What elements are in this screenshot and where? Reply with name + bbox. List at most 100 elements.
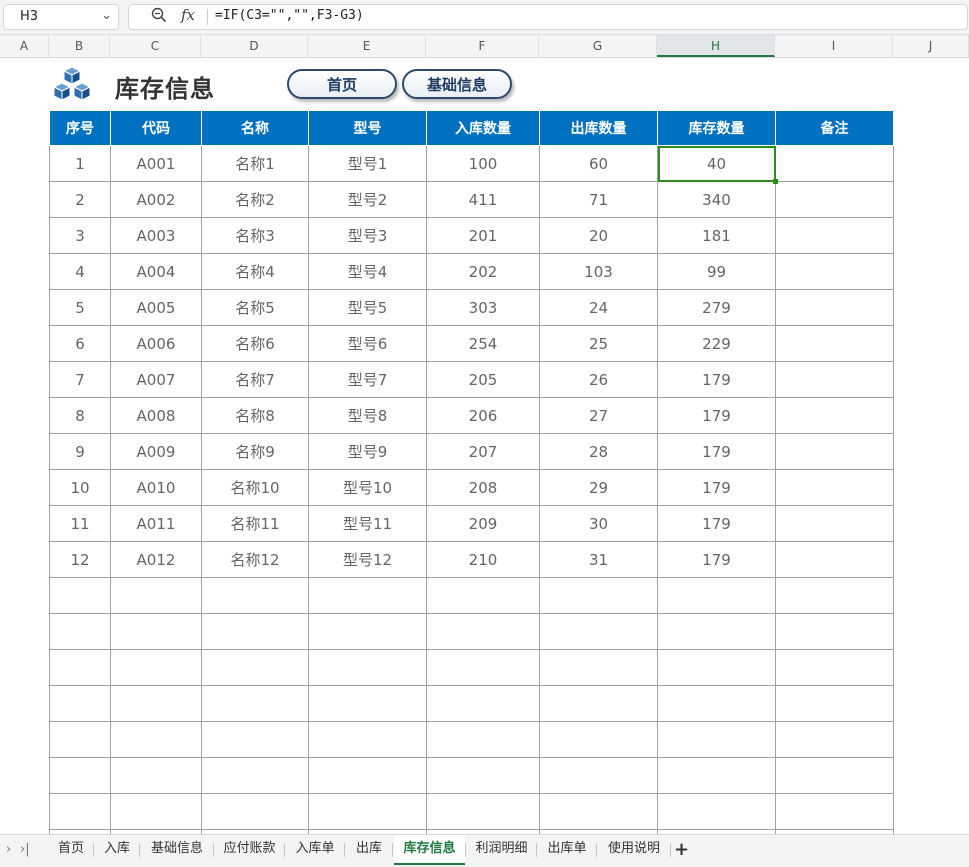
column-header-f[interactable]: F <box>426 35 539 57</box>
table-cell[interactable] <box>308 577 427 614</box>
table-cell[interactable]: A008 <box>110 397 202 434</box>
table-cell[interactable]: 名称10 <box>201 469 309 506</box>
table-header-cell[interactable]: 序号 <box>49 110 111 146</box>
column-header-j[interactable]: J <box>893 35 969 57</box>
table-cell[interactable] <box>657 757 776 794</box>
table-cell[interactable]: 340 <box>657 181 776 218</box>
table-cell[interactable] <box>201 721 309 758</box>
table-cell[interactable]: 20 <box>539 217 658 254</box>
table-cell[interactable]: 型号6 <box>308 325 427 362</box>
table-cell[interactable] <box>539 757 658 794</box>
sheet-tab[interactable]: 首页 <box>49 835 93 865</box>
table-cell[interactable] <box>308 793 427 830</box>
table-cell[interactable]: 31 <box>539 541 658 578</box>
table-cell[interactable]: 179 <box>657 397 776 434</box>
table-cell[interactable]: 29 <box>539 469 658 506</box>
table-cell[interactable]: 28 <box>539 433 658 470</box>
formula-input[interactable]: fx =IF(C3="","",F3-G3) <box>128 4 968 30</box>
table-cell[interactable] <box>49 577 111 614</box>
table-cell[interactable] <box>657 721 776 758</box>
table-cell[interactable] <box>201 793 309 830</box>
table-cell[interactable] <box>539 613 658 650</box>
table-cell[interactable]: 411 <box>426 181 540 218</box>
table-cell[interactable]: 201 <box>426 217 540 254</box>
table-cell[interactable] <box>775 433 894 470</box>
table-cell[interactable] <box>775 541 894 578</box>
table-cell[interactable]: 208 <box>426 469 540 506</box>
table-cell[interactable]: 207 <box>426 433 540 470</box>
table-cell[interactable] <box>539 649 658 686</box>
table-cell[interactable]: 名称1 <box>201 145 309 182</box>
table-cell[interactable]: 型号1 <box>308 145 427 182</box>
table-cell[interactable]: 名称12 <box>201 541 309 578</box>
table-cell[interactable]: 6 <box>49 325 111 362</box>
home-button[interactable]: 首页 <box>287 69 397 99</box>
table-cell[interactable] <box>110 649 202 686</box>
table-cell[interactable]: A007 <box>110 361 202 398</box>
table-cell[interactable] <box>308 613 427 650</box>
table-cell[interactable] <box>110 721 202 758</box>
table-cell[interactable] <box>426 757 540 794</box>
table-cell[interactable]: 名称7 <box>201 361 309 398</box>
table-cell[interactable]: 209 <box>426 505 540 542</box>
table-cell[interactable] <box>657 685 776 722</box>
table-cell[interactable] <box>308 721 427 758</box>
table-cell[interactable]: 名称2 <box>201 181 309 218</box>
table-cell[interactable]: 名称4 <box>201 253 309 290</box>
table-cell[interactable]: A006 <box>110 325 202 362</box>
table-cell[interactable] <box>426 613 540 650</box>
table-cell[interactable] <box>775 469 894 506</box>
table-cell[interactable] <box>775 685 894 722</box>
table-cell[interactable]: 11 <box>49 505 111 542</box>
fx-icon[interactable]: fx <box>181 6 195 24</box>
table-cell[interactable]: 206 <box>426 397 540 434</box>
sheet-tab[interactable]: 入库单 <box>286 835 344 865</box>
table-cell[interactable]: 26 <box>539 361 658 398</box>
table-cell[interactable]: 名称5 <box>201 289 309 326</box>
table-cell[interactable]: 1 <box>49 145 111 182</box>
table-cell[interactable] <box>539 721 658 758</box>
table-cell[interactable]: 30 <box>539 505 658 542</box>
sheet-tab[interactable]: 出库 <box>346 835 392 865</box>
table-cell[interactable] <box>426 649 540 686</box>
table-cell[interactable]: 179 <box>657 505 776 542</box>
table-header-cell[interactable]: 库存数量 <box>657 110 776 146</box>
sheet-tab[interactable]: 库存信息 <box>394 835 465 865</box>
table-cell[interactable] <box>775 253 894 290</box>
table-cell[interactable] <box>775 793 894 830</box>
table-cell[interactable]: 27 <box>539 397 658 434</box>
table-cell[interactable]: 型号7 <box>308 361 427 398</box>
table-cell[interactable]: 179 <box>657 361 776 398</box>
table-cell[interactable] <box>110 793 202 830</box>
column-header-i[interactable]: I <box>775 35 893 57</box>
table-cell[interactable]: 型号9 <box>308 433 427 470</box>
column-header-b[interactable]: B <box>49 35 110 57</box>
table-cell[interactable]: A001 <box>110 145 202 182</box>
table-cell[interactable]: A012 <box>110 541 202 578</box>
table-cell[interactable]: A004 <box>110 253 202 290</box>
table-cell[interactable] <box>49 613 111 650</box>
table-header-cell[interactable]: 名称 <box>201 110 309 146</box>
table-header-cell[interactable]: 出库数量 <box>539 110 658 146</box>
table-header-cell[interactable]: 入库数量 <box>426 110 540 146</box>
table-cell[interactable]: 型号3 <box>308 217 427 254</box>
table-cell[interactable]: 103 <box>539 253 658 290</box>
table-cell[interactable]: 229 <box>657 325 776 362</box>
table-cell[interactable]: 25 <box>539 325 658 362</box>
table-cell[interactable] <box>110 685 202 722</box>
table-cell[interactable] <box>49 649 111 686</box>
table-cell[interactable]: 8 <box>49 397 111 434</box>
table-cell[interactable]: A002 <box>110 181 202 218</box>
column-header-a[interactable]: A <box>0 35 49 57</box>
sheet-tab[interactable]: 利润明细 <box>467 835 536 865</box>
table-cell[interactable]: 303 <box>426 289 540 326</box>
table-cell[interactable] <box>201 613 309 650</box>
table-cell[interactable]: A010 <box>110 469 202 506</box>
table-cell[interactable]: 名称9 <box>201 433 309 470</box>
table-cell[interactable] <box>110 577 202 614</box>
table-cell[interactable]: A011 <box>110 505 202 542</box>
table-cell[interactable]: 型号2 <box>308 181 427 218</box>
table-cell[interactable]: 型号4 <box>308 253 427 290</box>
table-cell[interactable]: 210 <box>426 541 540 578</box>
table-cell[interactable]: 名称8 <box>201 397 309 434</box>
